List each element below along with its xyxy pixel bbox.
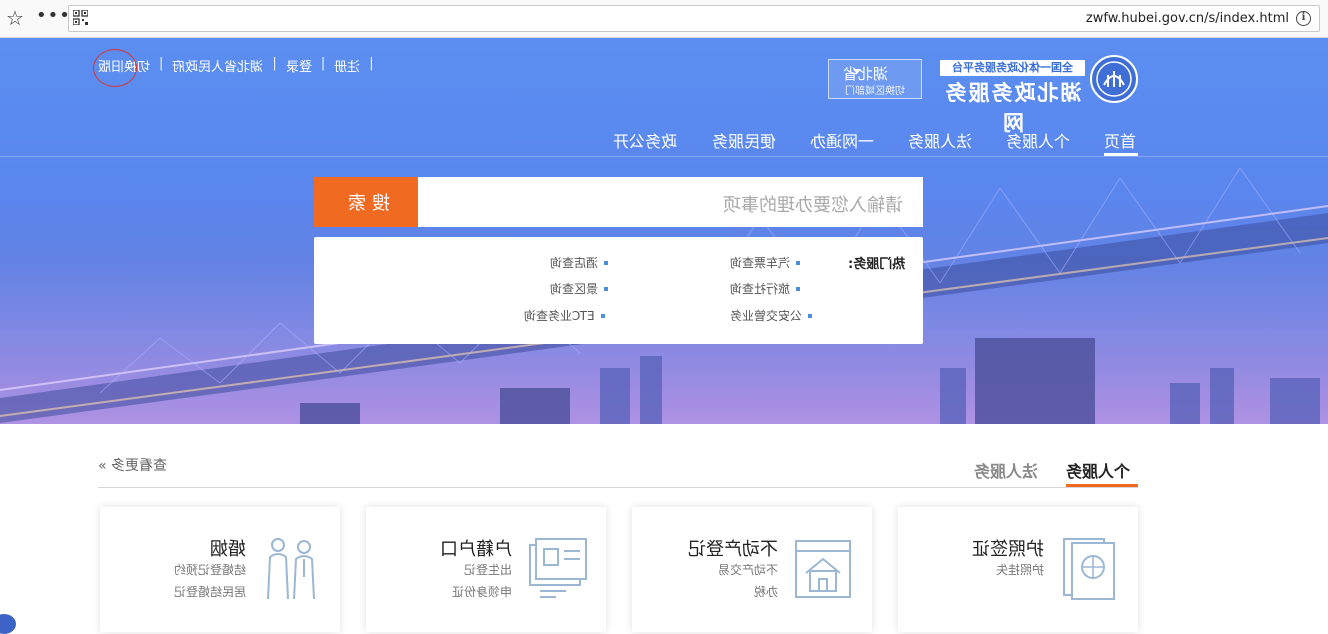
id-card-icon <box>529 538 587 598</box>
card-title: 护照签证 <box>972 539 1044 560</box>
tab-personal-services[interactable]: 个人服务 <box>1066 458 1130 482</box>
hero-banner: 切换旧版 | 湖北省人民政府 | 登录 | 注册 | 湖北省 切换区域部门 全国… <box>0 38 1328 424</box>
view-more-link[interactable]: 查看更多 » <box>98 455 167 475</box>
card-line[interactable]: 居民结婚登记 <box>174 583 246 600</box>
hot-item-travel-agency[interactable]: 旅行社查询 <box>730 280 806 297</box>
government-emblem-icon <box>1090 55 1138 103</box>
card-line[interactable]: 结婚登记预约 <box>174 561 246 578</box>
browser-toolbar: ☆ ••• zwfw.hubei.gov.cn/s/index.html i <box>0 0 1328 38</box>
tab-corporate-services[interactable]: 法人服务 <box>974 458 1038 482</box>
address-bar[interactable]: zwfw.hubei.gov.cn/s/index.html i <box>68 5 1320 32</box>
service-card-marriage[interactable]: 婚姻 结婚登记预约 居民结婚登记 <box>100 507 340 632</box>
logo-tagline: 全国一体化政务服务平台 <box>940 60 1085 76</box>
region-name: 湖北省 <box>843 65 889 83</box>
hot-item-etc[interactable]: ETC业务查询 <box>524 307 611 324</box>
more-menu-icon[interactable]: ••• <box>36 4 71 28</box>
passport-icon <box>1063 538 1115 600</box>
card-title: 户籍户口 <box>440 539 512 560</box>
url-text: zwfw.hubei.gov.cn/s/index.html <box>1085 11 1289 26</box>
card-line[interactable]: 申领身份证 <box>452 583 512 600</box>
province-gov-link[interactable]: 湖北省人民政府 <box>172 56 263 75</box>
house-icon <box>795 540 851 598</box>
qr-code-icon[interactable] <box>73 10 88 25</box>
hot-item-bus-ticket[interactable]: 汽车票查询 <box>730 254 806 271</box>
service-card-real-estate[interactable]: 不动产登记 不动产交易 办税 <box>632 507 872 632</box>
search-placeholder: 请输入您要办理的事项 <box>723 195 903 216</box>
bookmark-star-icon[interactable]: ☆ <box>6 6 24 30</box>
nav-personal-services[interactable]: 个人服务 <box>1006 128 1070 152</box>
card-line[interactable]: 出生登记 <box>464 561 512 578</box>
region-selector[interactable]: 湖北省 切换区域部门 <box>828 59 922 99</box>
floating-widget-button[interactable] <box>0 614 16 634</box>
card-title: 婚姻 <box>210 539 246 560</box>
nav-one-stop[interactable]: 一网通办 <box>810 128 874 152</box>
region-switch-label: 切换区域部门 <box>845 86 905 97</box>
nav-home[interactable]: 首页 <box>1104 128 1136 152</box>
hot-item-scenic-area[interactable]: 景区查询 <box>550 280 614 297</box>
hot-item-hotel[interactable]: 酒店查询 <box>550 254 614 271</box>
search-input[interactable]: 请输入您要办理的事项 <box>418 177 923 227</box>
search-button[interactable]: 搜索 <box>314 177 418 227</box>
login-link[interactable]: 登录 <box>286 56 312 75</box>
card-title: 不动产登记 <box>688 539 778 560</box>
nav-corporate-services[interactable]: 法人服务 <box>908 128 972 152</box>
hot-services-panel: 热门服务: 汽车票查询 酒店查询 旅行社查询 景区查询 公安交管业务 ETC业务… <box>314 237 923 344</box>
hot-services-label: 热门服务: <box>847 257 905 272</box>
nav-gov-affairs-open[interactable]: 政务公开 <box>613 128 677 152</box>
tab-active-indicator <box>1066 484 1138 487</box>
hot-item-traffic-police[interactable]: 公安交管业务 <box>730 307 818 324</box>
register-highlight-circle <box>93 49 137 87</box>
search-bar: 搜索 请输入您要办理的事项 <box>314 177 923 227</box>
service-tabs: 个人服务 法人服务 <box>98 458 1138 488</box>
register-link[interactable]: 注册 <box>334 56 360 75</box>
service-card-passport[interactable]: 护照签证 护照挂失 <box>898 507 1138 632</box>
wedding-couple-icon <box>267 538 315 600</box>
card-line[interactable]: 护照挂失 <box>996 561 1044 578</box>
nav-divider <box>0 156 1328 157</box>
card-line[interactable]: 不动产交易 <box>718 561 778 578</box>
nav-convenience-services[interactable]: 便民服务 <box>712 128 776 152</box>
card-line[interactable]: 办税 <box>754 583 778 600</box>
service-card-household[interactable]: 户籍户口 出生登记 申领身份证 <box>366 507 606 632</box>
top-links: 切换旧版 | 湖北省人民政府 | 登录 | 注册 | <box>98 56 374 75</box>
site-info-icon[interactable]: i <box>1296 11 1311 26</box>
